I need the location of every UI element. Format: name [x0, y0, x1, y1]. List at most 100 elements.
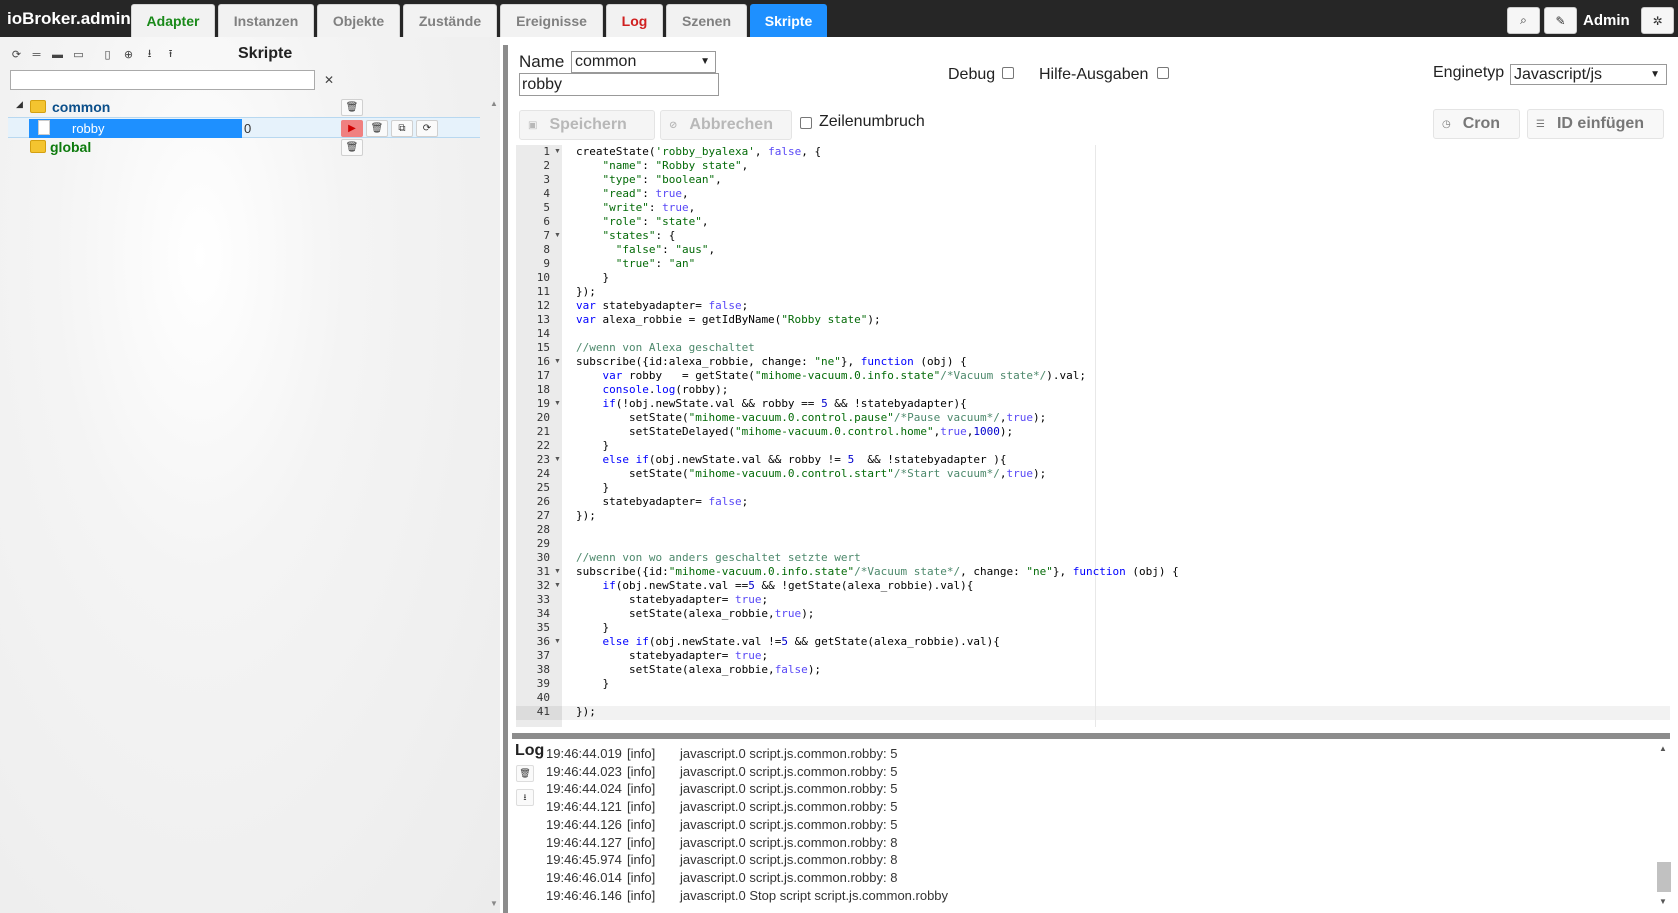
code-line: statebyadapter= true; [576, 649, 769, 662]
fold-toggle-icon[interactable]: ▼ [554, 565, 561, 579]
code-line: "role": "state", [602, 215, 709, 228]
tree-filter-input[interactable] [10, 70, 315, 90]
line-number: 10 [536, 271, 550, 284]
debug-checkbox[interactable] [1002, 67, 1014, 79]
scroll-down-icon[interactable]: ▼ [1659, 897, 1667, 906]
log-message: javascript.0 script.js.common.robby: 8 [680, 869, 898, 885]
script-name-input[interactable]: robby [519, 73, 719, 96]
line-wrap-checkbox[interactable] [800, 117, 812, 129]
fold-toggle-icon[interactable]: ▼ [554, 229, 561, 243]
log-time: 19:46:46.146 [546, 887, 622, 903]
expand-icon[interactable]: ◢ [16, 99, 23, 110]
trash-icon[interactable]: 🗑 [341, 99, 363, 116]
edit-button[interactable]: ✎ [1544, 7, 1577, 34]
engine-type-value: Javascript/js [1514, 66, 1603, 83]
code-line: }); [576, 705, 596, 718]
fold-toggle-icon[interactable]: ▼ [554, 355, 561, 369]
help-output-checkbox[interactable] [1157, 67, 1169, 79]
import-icon[interactable]: ⭱ [162, 46, 179, 63]
trash-icon[interactable]: 🗑 [366, 120, 388, 137]
log-level: [info] [627, 781, 656, 797]
line-number: 41 [536, 705, 550, 718]
trash-icon[interactable]: 🗑 [516, 765, 534, 782]
copy-icon[interactable]: ⧉ [391, 120, 413, 137]
log-time: 19:46:46.014 [546, 869, 622, 885]
tab-szenen[interactable]: Szenen [666, 4, 747, 37]
user-name[interactable]: Admin [1583, 12, 1630, 29]
folder-select[interactable]: common ▼ [571, 51, 716, 73]
tree-script-robby[interactable]: robby 0 ▶ 🗑 ⧉ ⟳ [8, 117, 480, 138]
restart-icon[interactable]: ⟳ [416, 120, 438, 137]
tab-log[interactable]: Log [606, 4, 663, 37]
debug-label: Debug [948, 66, 996, 83]
line-number: 21 [536, 425, 550, 438]
save-button[interactable]: ▣ Speichern [519, 110, 655, 140]
line-number: 6 [543, 215, 550, 228]
log-message: javascript.0 script.js.common.robby: 5 [680, 763, 898, 779]
code-line: statebyadapter= false; [576, 495, 749, 508]
log-time: 19:46:44.127 [546, 834, 622, 850]
tree-folder-common[interactable]: ◢ common 🗑 [8, 97, 480, 118]
fold-toggle-icon[interactable]: ▼ [554, 145, 561, 159]
code-line: } [576, 271, 610, 284]
engine-type-label: Enginetyp [1433, 64, 1505, 81]
fold-toggle-icon[interactable]: ▼ [554, 635, 561, 649]
line-number: 4 [543, 187, 550, 200]
insert-id-button-label: ID einfügen [1556, 115, 1645, 132]
line-number: 8 [543, 243, 550, 256]
insert-id-button[interactable]: ☰ ID einfügen [1527, 109, 1664, 139]
line-number: 37 [536, 649, 550, 662]
print-margin [1095, 145, 1096, 727]
folder-icon[interactable]: ▬ [49, 46, 66, 63]
trash-icon[interactable]: 🗑 [341, 139, 363, 156]
cron-button[interactable]: ◷ Cron [1433, 109, 1520, 139]
log-message: javascript.0 script.js.common.robby: 8 [680, 834, 898, 850]
engine-type-select[interactable]: Javascript/js ▼ [1510, 64, 1667, 85]
new-script-icon[interactable]: ▯ [99, 46, 116, 63]
script-counter: 0 [244, 121, 252, 136]
cron-button-label: Cron [1462, 115, 1501, 132]
scroll-up-icon[interactable]: ▲ [1659, 744, 1667, 753]
code-line: setState("mihome-vacuum.0.control.pause"… [576, 411, 1047, 424]
folder-icon [30, 140, 46, 153]
search-button[interactable]: ⌕ [1507, 7, 1540, 34]
line-number: 15 [536, 341, 550, 354]
code-line: } [576, 621, 610, 634]
scroll-up-icon[interactable]: ▲ [490, 99, 498, 108]
tab-skripte[interactable]: Skripte [750, 4, 827, 37]
line-wrap-label: Zeilenumbruch [819, 113, 925, 130]
collapse-icon[interactable]: ═ [28, 46, 45, 63]
code-line: if(!obj.newState.val && robby == 5 && !s… [602, 397, 967, 410]
add-folder-icon[interactable]: ⊕ [120, 46, 137, 63]
log-scroll-thumb[interactable] [1657, 862, 1671, 892]
settings-button[interactable]: ✲ [1641, 7, 1674, 34]
tab-ereignisse[interactable]: Ereignisse [500, 4, 603, 37]
tab-zustaende[interactable]: Zustände [403, 4, 497, 37]
download-icon[interactable]: ⭳ [516, 789, 534, 806]
tab-objekte[interactable]: Objekte [317, 4, 400, 37]
export-icon[interactable]: ⭳ [141, 46, 158, 63]
fold-toggle-icon[interactable]: ▼ [554, 397, 561, 411]
code-line: } [576, 677, 610, 690]
line-number: 39 [536, 677, 550, 690]
refresh-icon[interactable]: ⟳ [8, 46, 25, 63]
play-icon[interactable]: ▶ [341, 120, 363, 137]
settings-icon: ✲ [1652, 13, 1663, 28]
tab-instanzen[interactable]: Instanzen [218, 4, 314, 37]
code-line: }); [576, 509, 596, 522]
cancel-button[interactable]: ⊘ Abbrechen [660, 110, 792, 140]
code-line: setState("mihome-vacuum.0.control.start"… [576, 467, 1047, 480]
line-number: 26 [536, 495, 550, 508]
line-number: 28 [536, 523, 550, 536]
folder-open-icon[interactable]: ▭ [70, 46, 87, 63]
log-time: 19:46:44.023 [546, 763, 622, 779]
fold-toggle-icon[interactable]: ▼ [554, 453, 561, 467]
scroll-down-icon[interactable]: ▼ [490, 899, 498, 908]
log-time: 19:46:44.024 [546, 781, 622, 797]
fold-toggle-icon[interactable]: ▼ [554, 579, 561, 593]
code-line: "type": "boolean", [602, 173, 722, 186]
tab-adapter[interactable]: Adapter [131, 4, 215, 37]
tree-folder-global[interactable]: global 🗑 [8, 137, 480, 158]
code-editor[interactable]: 1 ▼ createState('robby_byalexa', false, {2… [516, 145, 1670, 727]
clear-filter-icon[interactable]: ✕ [320, 70, 338, 90]
